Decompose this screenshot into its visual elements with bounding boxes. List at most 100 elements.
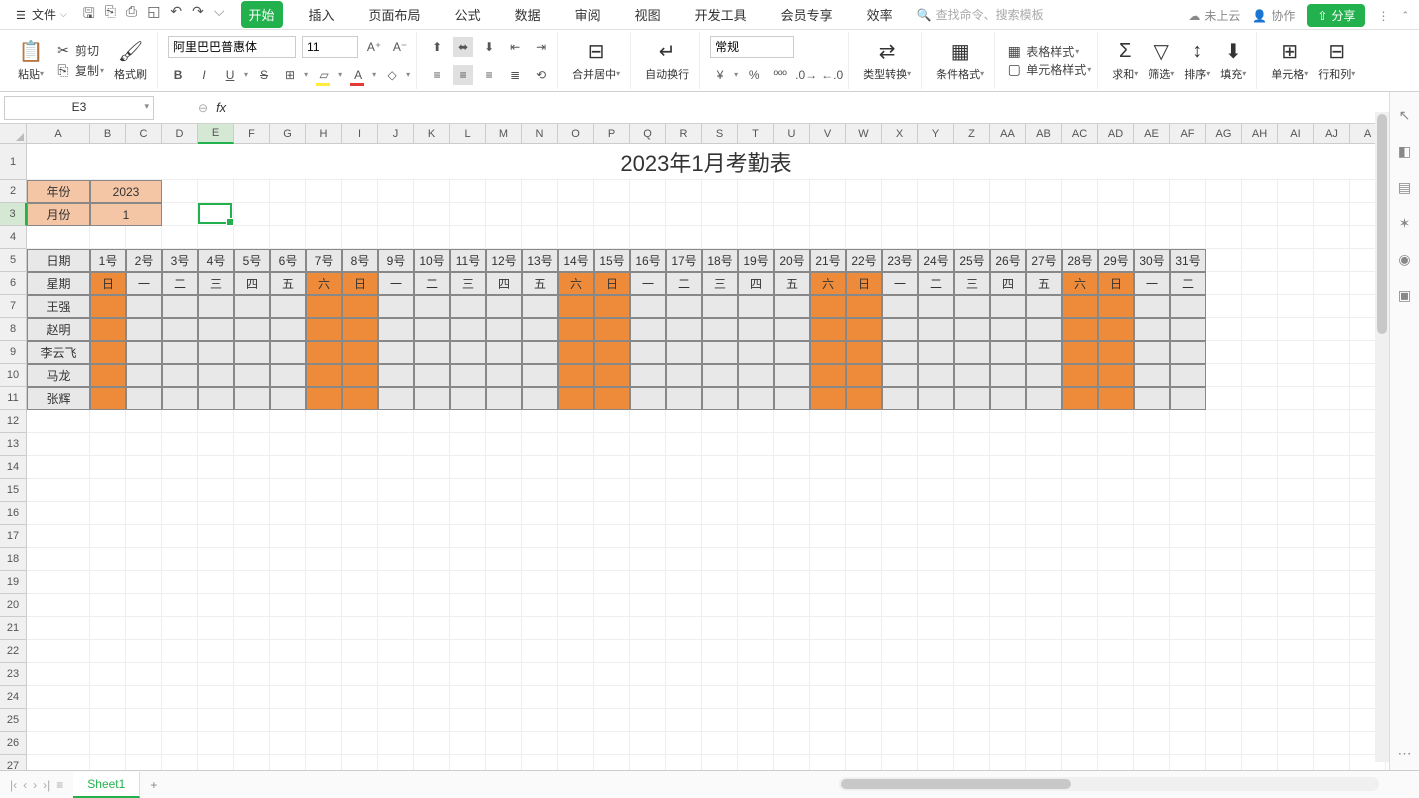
cell-Q18[interactable] bbox=[630, 548, 666, 571]
cell-AF6[interactable]: 二 bbox=[1170, 272, 1206, 295]
cell-K27[interactable] bbox=[414, 755, 450, 770]
cell-AG6[interactable] bbox=[1206, 272, 1242, 295]
cell-AA6[interactable]: 四 bbox=[990, 272, 1026, 295]
cell-M26[interactable] bbox=[486, 732, 522, 755]
cell-J9[interactable] bbox=[378, 341, 414, 364]
cell-T2[interactable] bbox=[738, 180, 774, 203]
cell-J12[interactable] bbox=[378, 410, 414, 433]
cell-B9[interactable] bbox=[90, 341, 126, 364]
cell-A18[interactable] bbox=[27, 548, 90, 571]
cell-AF5[interactable]: 31号 bbox=[1170, 249, 1206, 272]
row-header-13[interactable]: 13 bbox=[0, 433, 27, 456]
cell-AD26[interactable] bbox=[1098, 732, 1134, 755]
cell-I17[interactable] bbox=[342, 525, 378, 548]
cell-M18[interactable] bbox=[486, 548, 522, 571]
cell-AI18[interactable] bbox=[1278, 548, 1314, 571]
cell-D17[interactable] bbox=[162, 525, 198, 548]
cell-U14[interactable] bbox=[774, 456, 810, 479]
col-header-H[interactable]: H bbox=[306, 124, 342, 144]
cell-J13[interactable] bbox=[378, 433, 414, 456]
cell-T4[interactable] bbox=[738, 226, 774, 249]
col-header-L[interactable]: L bbox=[450, 124, 486, 144]
cell-X15[interactable] bbox=[882, 479, 918, 502]
cell-K17[interactable] bbox=[414, 525, 450, 548]
cell-H13[interactable] bbox=[306, 433, 342, 456]
cell-M7[interactable] bbox=[486, 295, 522, 318]
cell-W25[interactable] bbox=[846, 709, 882, 732]
cell-AB10[interactable] bbox=[1026, 364, 1062, 387]
cell-A14[interactable] bbox=[27, 456, 90, 479]
cell-E24[interactable] bbox=[198, 686, 234, 709]
cell-L12[interactable] bbox=[450, 410, 486, 433]
cell-T20[interactable] bbox=[738, 594, 774, 617]
cell-Z7[interactable] bbox=[954, 295, 990, 318]
name-box[interactable]: E3 bbox=[4, 96, 154, 120]
cell-J20[interactable] bbox=[378, 594, 414, 617]
cell-AC11[interactable] bbox=[1062, 387, 1098, 410]
cell-V15[interactable] bbox=[810, 479, 846, 502]
cell-E7[interactable] bbox=[198, 295, 234, 318]
cell-G16[interactable] bbox=[270, 502, 306, 525]
cell-T11[interactable] bbox=[738, 387, 774, 410]
cell-X10[interactable] bbox=[882, 364, 918, 387]
cell-AH5[interactable] bbox=[1242, 249, 1278, 272]
cell-G21[interactable] bbox=[270, 617, 306, 640]
cell-AE10[interactable] bbox=[1134, 364, 1170, 387]
cell-D9[interactable] bbox=[162, 341, 198, 364]
cell-F10[interactable] bbox=[234, 364, 270, 387]
cell-AE18[interactable] bbox=[1134, 548, 1170, 571]
cell-AH9[interactable] bbox=[1242, 341, 1278, 364]
cell-AB27[interactable] bbox=[1026, 755, 1062, 770]
cell-AG20[interactable] bbox=[1206, 594, 1242, 617]
cell-K5[interactable]: 10号 bbox=[414, 249, 450, 272]
cell-H16[interactable] bbox=[306, 502, 342, 525]
cell-O25[interactable] bbox=[558, 709, 594, 732]
row-header-12[interactable]: 12 bbox=[0, 410, 27, 433]
cell-O12[interactable] bbox=[558, 410, 594, 433]
cell-AC6[interactable]: 六 bbox=[1062, 272, 1098, 295]
cell-O26[interactable] bbox=[558, 732, 594, 755]
cell-AD9[interactable] bbox=[1098, 341, 1134, 364]
cell-T19[interactable] bbox=[738, 571, 774, 594]
cell-AC5[interactable]: 28号 bbox=[1062, 249, 1098, 272]
cell-AC18[interactable] bbox=[1062, 548, 1098, 571]
cell-Z26[interactable] bbox=[954, 732, 990, 755]
cell-C26[interactable] bbox=[126, 732, 162, 755]
cell-Y27[interactable] bbox=[918, 755, 954, 770]
cell-A12[interactable] bbox=[27, 410, 90, 433]
cell-W15[interactable] bbox=[846, 479, 882, 502]
cell-B8[interactable] bbox=[90, 318, 126, 341]
app-panel-icon[interactable]: ▣ bbox=[1396, 286, 1414, 304]
cell-S6[interactable]: 三 bbox=[702, 272, 738, 295]
cell-AA20[interactable] bbox=[990, 594, 1026, 617]
cell-C23[interactable] bbox=[126, 663, 162, 686]
cell-AH17[interactable] bbox=[1242, 525, 1278, 548]
cell-X8[interactable] bbox=[882, 318, 918, 341]
cell-J27[interactable] bbox=[378, 755, 414, 770]
cell-V10[interactable] bbox=[810, 364, 846, 387]
cell-AC9[interactable] bbox=[1062, 341, 1098, 364]
cell-L23[interactable] bbox=[450, 663, 486, 686]
cell-W10[interactable] bbox=[846, 364, 882, 387]
cell-Q15[interactable] bbox=[630, 479, 666, 502]
cell-E16[interactable] bbox=[198, 502, 234, 525]
cell-J3[interactable] bbox=[378, 203, 414, 226]
cell-I23[interactable] bbox=[342, 663, 378, 686]
comma-button[interactable]: ººº bbox=[770, 65, 790, 85]
cell-AH7[interactable] bbox=[1242, 295, 1278, 318]
cell-G22[interactable] bbox=[270, 640, 306, 663]
cell-H17[interactable] bbox=[306, 525, 342, 548]
cell-AH15[interactable] bbox=[1242, 479, 1278, 502]
row-header-1[interactable]: 1 bbox=[0, 144, 27, 180]
cell-N14[interactable] bbox=[522, 456, 558, 479]
cell-AE24[interactable] bbox=[1134, 686, 1170, 709]
hscroll-thumb[interactable] bbox=[841, 779, 1071, 789]
cell-AD21[interactable] bbox=[1098, 617, 1134, 640]
cell-U2[interactable] bbox=[774, 180, 810, 203]
cell-N27[interactable] bbox=[522, 755, 558, 770]
cell-AC8[interactable] bbox=[1062, 318, 1098, 341]
cell-D21[interactable] bbox=[162, 617, 198, 640]
cell-J17[interactable] bbox=[378, 525, 414, 548]
menu-tab-页面布局[interactable]: 页面布局 bbox=[361, 1, 429, 28]
cell-Q3[interactable] bbox=[630, 203, 666, 226]
